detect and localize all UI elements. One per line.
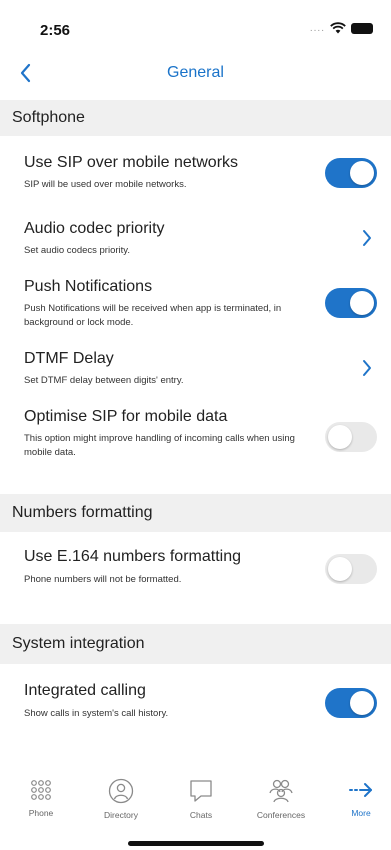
battery-icon (351, 22, 373, 34)
toggle-knob (328, 557, 352, 581)
setting-e164: Use E.164 numbers formatting Phone numbe… (0, 542, 391, 592)
tab-label: More (351, 808, 371, 818)
setting-subtitle: Set DTMF delay between digits' entry. (24, 375, 184, 386)
tab-directory[interactable]: Directory (86, 778, 156, 820)
push-notifications-toggle[interactable] (325, 288, 377, 318)
tab-phone[interactable]: Phone (6, 778, 76, 818)
setting-subtitle: Show calls in system's call history. (24, 708, 169, 719)
signal-indicator: .... (309, 22, 325, 34)
setting-subtitle: Push Notifications will be received when… (24, 303, 282, 328)
setting-title: Use E.164 numbers formatting (24, 548, 241, 565)
status-bar: 2:56 .... (0, 0, 391, 52)
section-header-system-integration: System integration (0, 624, 391, 664)
setting-dtmf-delay[interactable]: DTMF Delay Set DTMF delay between digits… (0, 344, 391, 392)
setting-subtitle: SIP will be used over mobile networks. (24, 179, 187, 190)
toggle-knob (328, 425, 352, 449)
toggle-knob (350, 161, 374, 185)
setting-subtitle: Phone numbers will not be formatted. (24, 574, 182, 585)
setting-integrated-calling: Integrated calling Show calls in system'… (0, 676, 391, 726)
tab-bar: Phone Directory Chats Conferences More (0, 770, 391, 830)
setting-title: Integrated calling (24, 682, 146, 699)
home-indicator (128, 841, 264, 846)
setting-subtitle: Set audio codecs priority. (24, 245, 130, 256)
setting-sip-mobile: Use SIP over mobile networks SIP will be… (0, 148, 391, 200)
tab-label: Directory (103, 810, 138, 820)
setting-optimise-sip: Optimise SIP for mobile data This option… (0, 402, 391, 468)
toggle-knob (350, 291, 374, 315)
setting-title: Optimise SIP for mobile data (24, 408, 228, 425)
status-icons: .... (310, 22, 373, 34)
chat-bubble-icon (190, 780, 212, 802)
e164-toggle[interactable] (325, 554, 377, 584)
page-title: General (167, 64, 224, 81)
tab-chats[interactable]: Chats (166, 778, 236, 820)
setting-title: Push Notifications (24, 278, 153, 295)
section-header-numbers-formatting: Numbers formatting (0, 494, 391, 532)
chevron-right-icon[interactable] (359, 227, 375, 249)
setting-subtitle: This option might improve handling of in… (24, 433, 295, 458)
person-icon (108, 778, 134, 804)
tab-label: Conferences (256, 810, 306, 820)
setting-push-notifications: Push Notifications Push Notifications wi… (0, 272, 391, 336)
optimise-sip-toggle[interactable] (325, 422, 377, 452)
tab-conferences[interactable]: Conferences (246, 778, 316, 820)
arrow-right-icon (349, 783, 372, 797)
wifi-icon (330, 22, 346, 34)
group-icon (269, 779, 293, 803)
section-header-softphone: Softphone (0, 100, 391, 136)
status-time: 2:56 (40, 22, 71, 39)
setting-title: Audio codec priority (24, 220, 165, 237)
setting-title: DTMF Delay (24, 350, 114, 367)
nav-bar: General (0, 56, 391, 92)
sip-mobile-toggle[interactable] (325, 158, 377, 188)
toggle-knob (350, 691, 374, 715)
setting-title: Use SIP over mobile networks (24, 154, 239, 171)
chevron-right-icon[interactable] (359, 357, 375, 379)
setting-audio-codec[interactable]: Audio codec priority Set audio codecs pr… (0, 214, 391, 262)
tab-label: Phone (28, 808, 54, 818)
tab-more[interactable]: More (326, 778, 391, 818)
dialpad-icon (31, 780, 51, 800)
tab-label: Chats (189, 810, 213, 820)
integrated-calling-toggle[interactable] (325, 688, 377, 718)
